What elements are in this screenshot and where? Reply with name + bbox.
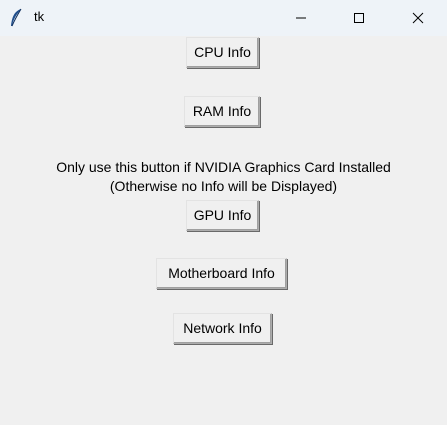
ram-info-button[interactable]: RAM Info [184,96,260,127]
close-icon [412,9,424,28]
motherboard-info-button[interactable]: Motherboard Info [156,258,287,289]
gpu-note-line-2: (Otherwise no Info will be Displayed) [109,178,338,194]
network-info-button[interactable]: Network Info [173,313,272,344]
close-button[interactable] [389,0,447,36]
maximize-button[interactable] [330,0,388,36]
window-title: tk [34,9,45,24]
feather-icon [9,8,23,28]
minimize-icon [295,9,307,28]
cpu-info-button[interactable]: CPU Info [186,37,259,68]
gpu-info-button[interactable]: GPU Info [186,200,259,231]
maximize-icon [353,9,365,28]
app-window: tk CPU Info RAM Info Only use this butto… [0,0,447,425]
minimize-button[interactable] [272,0,330,36]
title-bar[interactable]: tk [0,0,447,36]
gpu-note-line-1: Only use this button if NVIDIA Graphics … [56,159,391,175]
